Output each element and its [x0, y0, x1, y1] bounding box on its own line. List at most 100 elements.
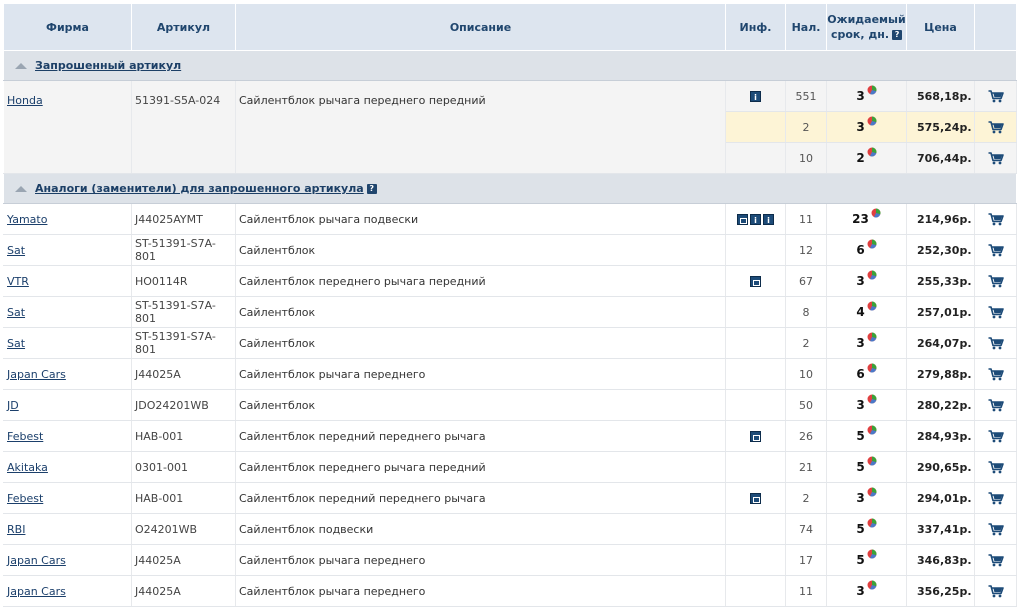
pie-chart-icon[interactable]	[867, 486, 877, 500]
photo-icon[interactable]	[750, 276, 761, 287]
pie-chart-icon[interactable]	[867, 84, 877, 98]
article-cell: JDO24201WB	[131, 389, 236, 421]
days-cell: 6	[826, 234, 907, 266]
help-question-icon[interactable]: ?	[366, 183, 377, 194]
firm-link[interactable]: Honda	[7, 94, 43, 107]
cart-icon[interactable]	[988, 460, 1004, 474]
firm-link[interactable]: VTR	[7, 275, 29, 288]
qty-cell: 74	[785, 513, 827, 545]
column-header-days[interactable]: Ожидаемый срок, дн.?	[826, 3, 907, 51]
firm-link[interactable]: Sat	[7, 337, 25, 350]
info-cell	[725, 142, 786, 174]
price-cell: 214,96р.	[906, 203, 975, 235]
cart-icon[interactable]	[988, 89, 1004, 103]
pie-chart-icon[interactable]	[867, 455, 877, 469]
column-header-price[interactable]: Цена	[906, 3, 975, 51]
firm-link[interactable]: Yamato	[7, 213, 47, 226]
info-cell	[725, 482, 786, 514]
cart-icon[interactable]	[988, 151, 1004, 165]
cart-icon[interactable]	[988, 336, 1004, 350]
info-cell	[725, 358, 786, 390]
info-icon[interactable]: i	[763, 214, 774, 225]
cart-icon[interactable]	[988, 367, 1004, 381]
cart-icon[interactable]	[988, 522, 1004, 536]
pie-chart-icon[interactable]	[871, 207, 881, 221]
article-cell: O24201WB	[131, 513, 236, 545]
column-header-qty[interactable]: Нал.	[785, 3, 827, 51]
pie-chart-icon[interactable]	[867, 517, 877, 531]
table-row: Japan Cars J44025A Сайлентблок рычага пере…	[3, 358, 1017, 390]
days-header-line2: срок, дн.	[830, 28, 890, 41]
column-header-firm[interactable]: Фирма	[3, 3, 132, 51]
pie-chart-icon[interactable]	[867, 146, 877, 160]
photo-icon[interactable]	[737, 214, 748, 225]
cart-icon[interactable]	[988, 398, 1004, 412]
firm-link[interactable]: JD	[7, 399, 19, 412]
cart-icon[interactable]	[988, 553, 1004, 567]
cart-icon[interactable]	[988, 305, 1004, 319]
firm-link[interactable]: Febest	[7, 430, 43, 443]
pie-chart-icon[interactable]	[867, 424, 877, 438]
cart-cell	[974, 389, 1017, 421]
cart-icon[interactable]	[988, 120, 1004, 134]
column-header-description[interactable]: Описание	[235, 3, 726, 51]
cart-icon[interactable]	[988, 584, 1004, 598]
days-value: 2	[856, 151, 865, 165]
firm-link[interactable]: Japan Cars	[7, 585, 66, 598]
cart-cell	[974, 358, 1017, 390]
article-cell: J44025A	[131, 575, 236, 607]
info-icon[interactable]: i	[750, 214, 761, 225]
article-cell: ST-51391-S7A-801	[131, 296, 236, 328]
photo-icon[interactable]	[750, 431, 761, 442]
firm-link[interactable]: Japan Cars	[7, 554, 66, 567]
info-cell	[725, 296, 786, 328]
description-cell: Сайлентблок	[235, 327, 726, 359]
description-cell: Сайлентблок рычага переднего	[235, 544, 726, 576]
pie-chart-icon[interactable]	[867, 393, 877, 407]
pie-chart-icon[interactable]	[867, 238, 877, 252]
table-header-row: Фирма Артикул Описание Инф. Нал. Ожидаем…	[3, 3, 1017, 51]
pie-chart-icon[interactable]	[867, 579, 877, 593]
info-cell: ii	[725, 203, 786, 235]
collapse-triangle-icon[interactable]	[15, 185, 27, 192]
collapse-triangle-icon[interactable]	[15, 62, 27, 69]
description-cell: Сайлентблок передний переднего рычага	[235, 482, 726, 514]
section-analogs-link[interactable]: Аналоги (заменители) для запрошенного ар…	[35, 182, 364, 195]
price-cell: 706,44р.	[906, 142, 975, 174]
pie-chart-icon[interactable]	[867, 362, 877, 376]
days-value: 4	[856, 305, 865, 319]
cart-cell	[974, 142, 1017, 174]
cart-icon[interactable]	[988, 212, 1004, 226]
table-row: RBI O24201WB Сайлентблок подвески 74 5 337,41…	[3, 513, 1017, 545]
table-row: Japan Cars J44025A Сайлентблок рычага пере…	[3, 575, 1017, 607]
info-icon[interactable]: i	[750, 91, 761, 102]
price-cell: 294,01р.	[906, 482, 975, 514]
pie-chart-icon[interactable]	[867, 331, 877, 345]
info-cell	[725, 327, 786, 359]
firm-link[interactable]: Sat	[7, 306, 25, 319]
pie-chart-icon[interactable]	[867, 115, 877, 129]
firm-link[interactable]: Japan Cars	[7, 368, 66, 381]
pie-chart-icon[interactable]	[867, 300, 877, 314]
pie-chart-icon[interactable]	[867, 269, 877, 283]
section-requested-link[interactable]: Запрошенный артикул	[35, 59, 181, 72]
days-value: 3	[856, 274, 865, 288]
pie-chart-icon[interactable]	[867, 548, 877, 562]
cart-icon[interactable]	[988, 491, 1004, 505]
cart-icon[interactable]	[988, 429, 1004, 443]
qty-cell: 551	[785, 80, 827, 112]
firm-link[interactable]: Febest	[7, 492, 43, 505]
photo-icon[interactable]	[750, 493, 761, 504]
firm-cell: Febest	[3, 420, 132, 452]
firm-link[interactable]: Sat	[7, 244, 25, 257]
firm-link[interactable]: Akitaka	[7, 461, 48, 474]
cart-icon[interactable]	[988, 243, 1004, 257]
firm-cell: Yamato	[3, 203, 132, 235]
price-cell: 290,65р.	[906, 451, 975, 483]
cart-icon[interactable]	[988, 274, 1004, 288]
days-value: 6	[856, 243, 865, 257]
help-question-icon[interactable]: ?	[892, 30, 903, 40]
qty-cell: 2	[785, 111, 827, 143]
column-header-article[interactable]: Артикул	[131, 3, 236, 51]
firm-link[interactable]: RBI	[7, 523, 25, 536]
